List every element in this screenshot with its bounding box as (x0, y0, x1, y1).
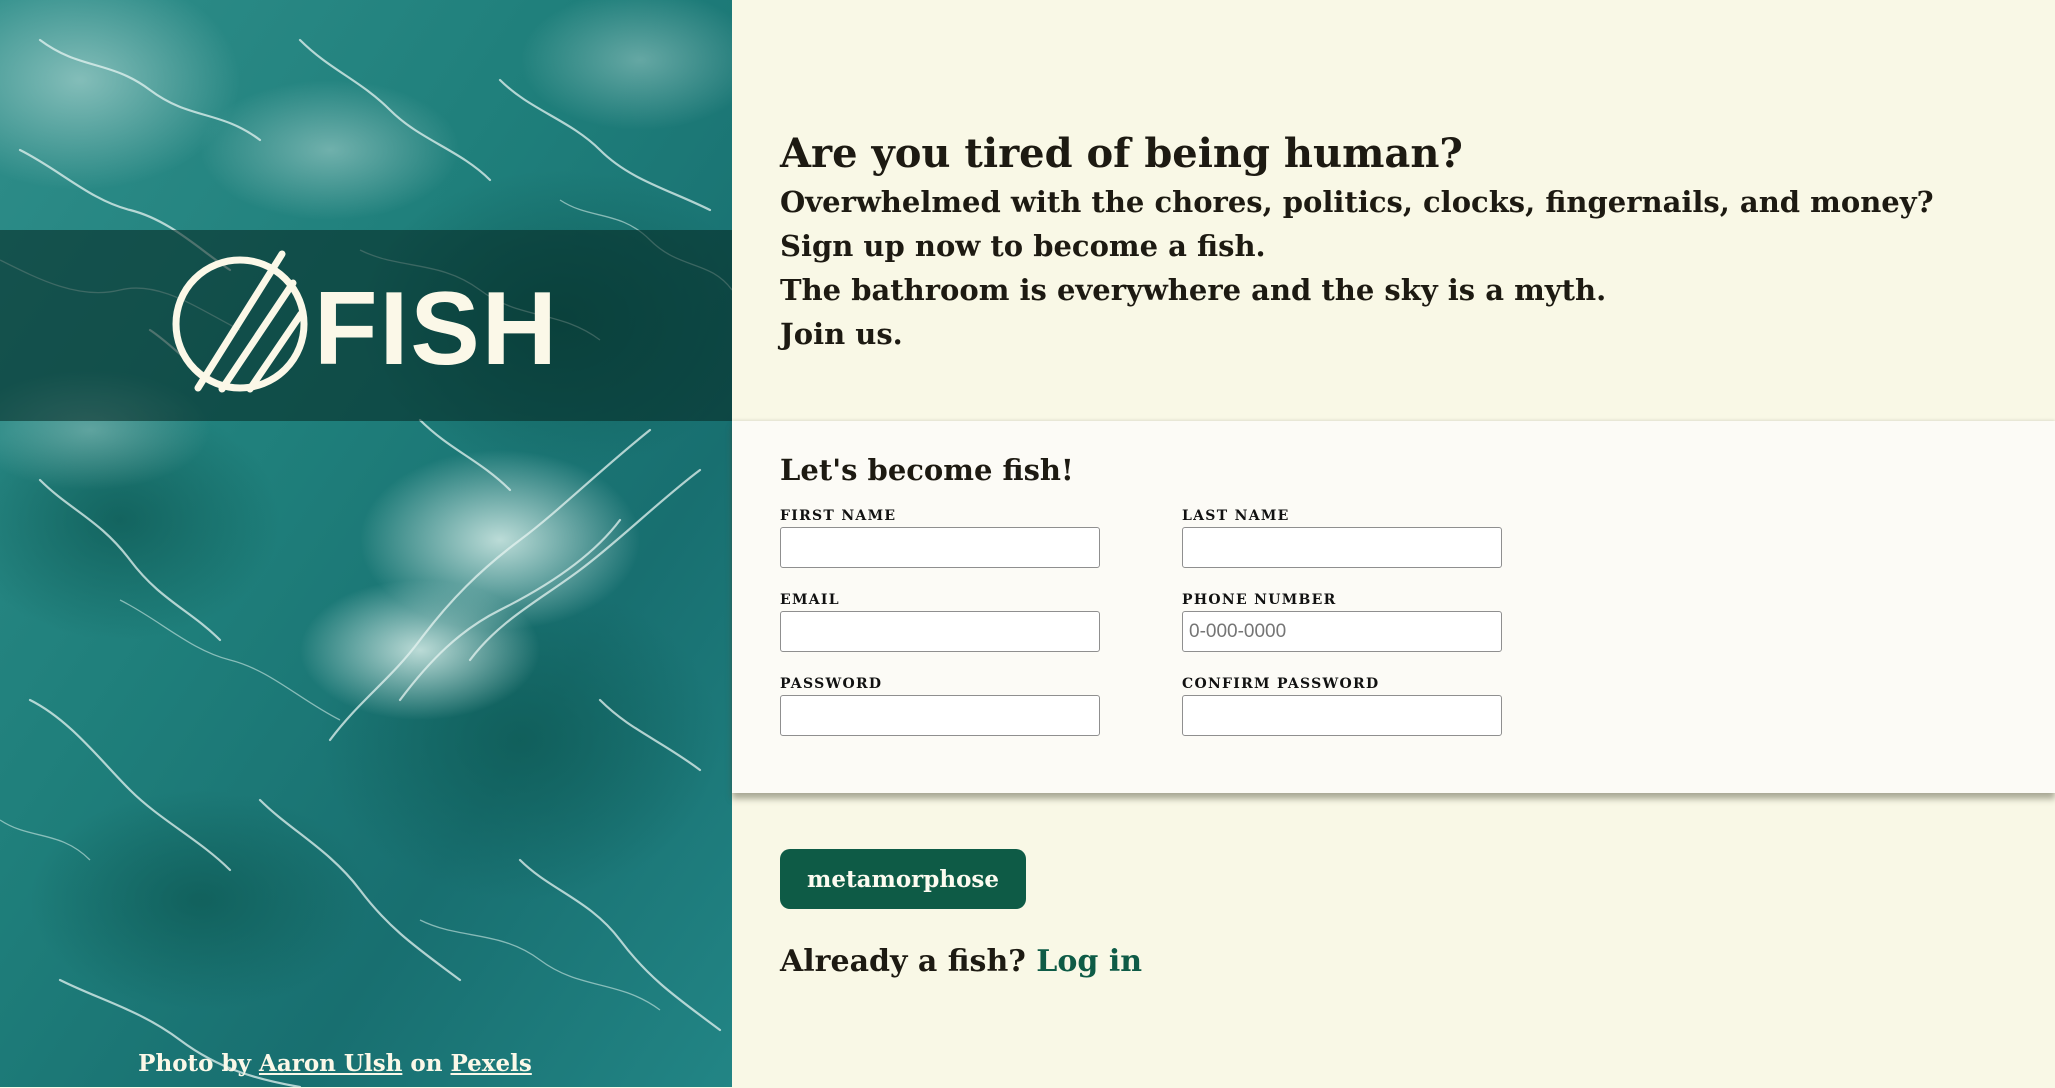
email-field[interactable] (780, 611, 1100, 652)
confirm-password-label: CONFIRM PASSWORD (1182, 676, 1380, 692)
last-name-label: LAST NAME (1182, 508, 1290, 524)
phone-field[interactable] (1182, 611, 1502, 652)
email-group: EMAIL (780, 593, 1100, 652)
signup-form: Let's become fish! FIRST NAME LAST NAME … (732, 421, 2055, 793)
confirm-password-field[interactable] (1182, 695, 1502, 736)
password-group: PASSWORD (780, 677, 1100, 736)
login-link[interactable]: Log in (1036, 944, 1142, 979)
login-prompt: Already a fish? Log in (780, 944, 1142, 979)
last-name-group: LAST NAME (1182, 509, 1502, 568)
phone-group: PHONE NUMBER (1182, 593, 1502, 652)
password-label: PASSWORD (780, 676, 883, 692)
pexels-link[interactable]: Pexels (450, 1050, 531, 1077)
last-name-field[interactable] (1182, 527, 1502, 568)
intro-line: Overwhelmed with the chores, politics, c… (780, 185, 1934, 219)
intro-line: Sign up now to become a fish. (780, 229, 1266, 263)
fish-logo: FISH (172, 250, 559, 393)
metamorphose-button[interactable]: metamorphose (780, 849, 1026, 909)
confirm-password-group: CONFIRM PASSWORD (1182, 677, 1502, 736)
hero-image-panel: FISH Photo by Aaron Ulsh on Pexels (0, 0, 732, 1087)
first-name-field[interactable] (780, 527, 1100, 568)
intro-line: Join us. (780, 317, 903, 351)
signup-page: FISH Photo by Aaron Ulsh on Pexels Are y… (0, 0, 2055, 1088)
password-field[interactable] (780, 695, 1100, 736)
photographer-link[interactable]: Aaron Ulsh (259, 1050, 402, 1077)
svg-text:FISH: FISH (314, 271, 559, 387)
first-name-group: FIRST NAME (780, 509, 1100, 568)
ocean-background-image (0, 0, 732, 1087)
photo-credit: Photo by Aaron Ulsh on Pexels (0, 1050, 670, 1077)
form-title: Let's become fish! (780, 453, 1074, 487)
phone-label: PHONE NUMBER (1182, 592, 1337, 608)
first-name-label: FIRST NAME (780, 508, 897, 524)
intro-line: The bathroom is everywhere and the sky i… (780, 273, 1607, 307)
login-prompt-text: Already a fish? (780, 944, 1026, 979)
email-label: EMAIL (780, 592, 840, 608)
credit-prefix: Photo by (138, 1050, 251, 1077)
page-title: Are you tired of being human? (780, 130, 1463, 177)
intro-section: Are you tired of being human? Overwhelme… (780, 130, 2000, 356)
credit-mid: on (410, 1050, 443, 1077)
logo-band: FISH (0, 230, 732, 421)
